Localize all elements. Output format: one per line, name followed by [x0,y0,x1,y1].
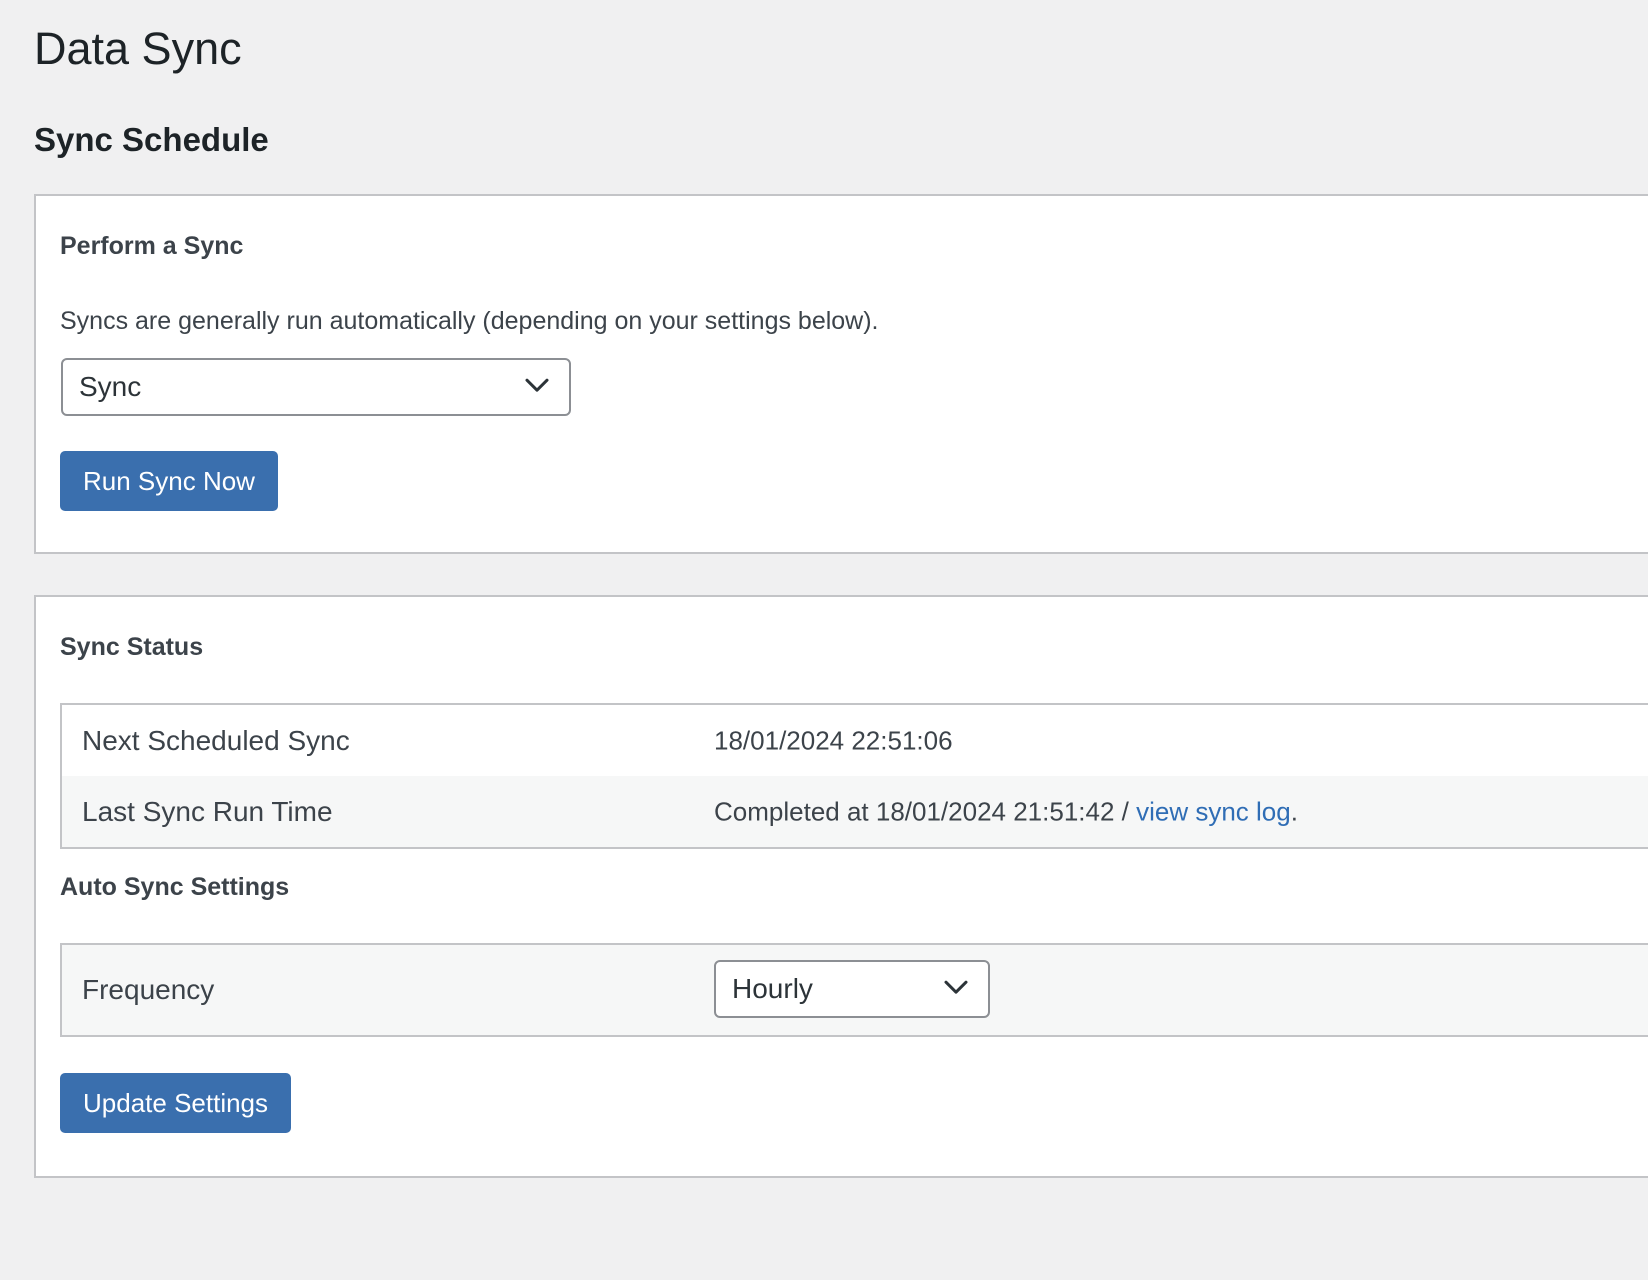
chevron-down-icon [944,980,968,994]
sync-type-select[interactable]: Sync [61,358,571,416]
page-title: Data Sync [34,23,242,74]
last-sync-run-time-label: Last Sync Run Time [82,795,333,827]
section-title: Sync Schedule [34,121,269,158]
table-row-next-scheduled-sync: Next Scheduled Sync 18/01/2024 22:51:06 [62,705,1648,776]
last-sync-run-time-value: Completed at 18/01/2024 21:51:42 / view … [714,796,1298,827]
chevron-down-icon [525,378,549,392]
run-sync-now-button[interactable]: Run Sync Now [60,451,278,511]
perform-sync-heading: Perform a Sync [60,232,244,260]
frequency-label: Frequency [82,974,215,1005]
frequency-select-value: Hourly [732,973,813,1004]
auto-sync-settings-table: Frequency Hourly [60,943,1648,1037]
table-row-frequency: Frequency Hourly [62,945,1648,1035]
last-sync-completed-text: Completed at 18/01/2024 21:51:42 / [714,796,1137,826]
update-settings-button[interactable]: Update Settings [60,1073,292,1133]
sync-type-select-value: Sync [79,371,142,402]
next-scheduled-sync-value: 18/01/2024 22:51:06 [714,725,953,755]
last-sync-suffix: . [1290,796,1298,826]
frequency-select[interactable]: Hourly [714,960,990,1018]
sync-status-heading: Sync Status [60,633,204,661]
table-row-last-sync-run-time: Last Sync Run Time Completed at 18/01/20… [62,776,1648,847]
view-sync-log-link[interactable]: view sync log [1136,796,1291,826]
perform-sync-description: Syncs are generally run automatically (d… [60,307,879,335]
sync-status-table: Next Scheduled Sync 18/01/2024 22:51:06 … [60,703,1648,849]
auto-sync-settings-heading: Auto Sync Settings [60,873,290,901]
sync-status-panel: Sync Status Next Scheduled Sync 18/01/20… [34,595,1648,1178]
perform-sync-panel: Perform a Sync Syncs are generally run a… [34,194,1648,554]
next-scheduled-sync-label: Next Scheduled Sync [82,724,350,756]
